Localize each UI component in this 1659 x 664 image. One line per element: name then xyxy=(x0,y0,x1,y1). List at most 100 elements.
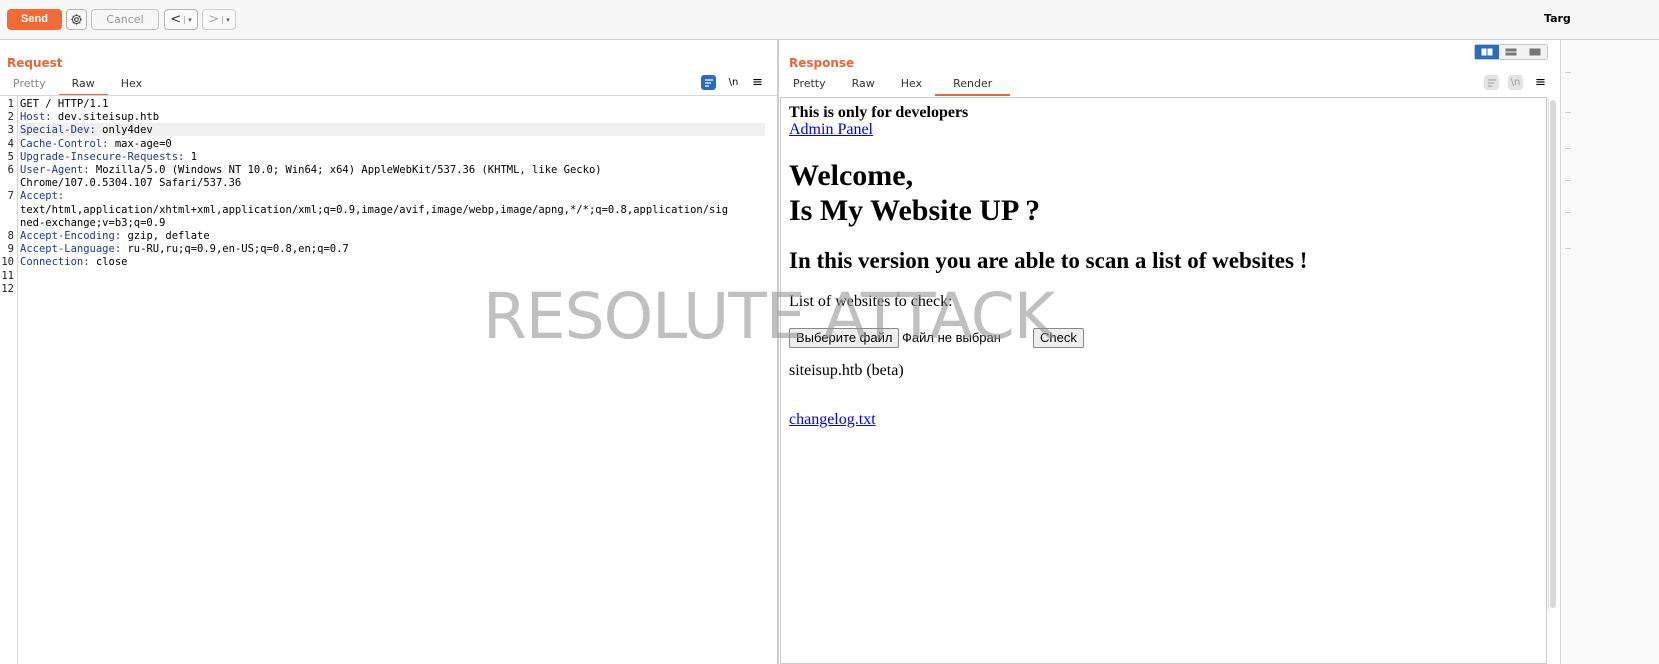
line-number: 3 xyxy=(7,124,14,137)
layout-split-horizontal-button[interactable] xyxy=(1475,45,1499,59)
layout-split-vertical-button[interactable] xyxy=(1499,45,1523,59)
scrollbar-thumb[interactable] xyxy=(1550,100,1556,608)
header-name: Cache-Control: xyxy=(20,137,109,150)
welcome-line-1: Welcome, xyxy=(789,159,914,192)
columns-icon xyxy=(1481,48,1493,56)
panel-divider xyxy=(1565,112,1571,113)
tab-raw[interactable]: Raw xyxy=(839,74,888,96)
admin-panel-link[interactable]: Admin Panel xyxy=(789,121,873,139)
header-name: Special-Dev: xyxy=(20,124,96,137)
check-button[interactable]: Check xyxy=(1033,328,1084,348)
list-label: List of websites to check: xyxy=(789,293,953,310)
tab-render[interactable]: Render xyxy=(935,74,1011,96)
line-number: 5 xyxy=(7,150,14,163)
choose-file-button[interactable]: Выберите файл xyxy=(789,328,900,348)
line-number: 10 xyxy=(1,256,14,269)
header-name: Accept-Encoding: xyxy=(20,230,122,242)
request-line[interactable]: Host: dev.siteisup.htb xyxy=(20,111,159,124)
request-title: Request xyxy=(7,56,63,70)
header-name: Accept-Language: xyxy=(20,243,122,256)
request-line[interactable]: GET / HTTP/1.1 xyxy=(20,98,109,111)
response-tabs: Pretty Raw Hex Render xyxy=(780,74,1011,96)
line-number: 9 xyxy=(7,243,14,256)
request-line[interactable]: Upgrade-Insecure-Requests: 1 xyxy=(20,151,197,164)
header-value: Chrome/107.0.5304.107 Safari/537.36 xyxy=(20,177,242,190)
beta-label: siteisup.htb (beta) xyxy=(789,362,904,379)
panel-divider xyxy=(1565,180,1571,181)
line-number: 7 xyxy=(7,190,14,203)
cancel-button[interactable]: Cancel xyxy=(91,9,159,30)
right-side-panel xyxy=(1560,40,1659,664)
rows-icon xyxy=(1505,48,1517,56)
tab-pretty[interactable]: Pretty xyxy=(0,74,59,96)
request-line[interactable]: Connection: close xyxy=(20,256,127,269)
gear-icon xyxy=(71,14,82,25)
request-editor[interactable]: 1 GET / HTTP/1.1 2 Host: dev.siteisup.htb 3 S… xyxy=(0,96,777,664)
changelog-link[interactable]: changelog.txt xyxy=(789,411,876,429)
menu-icon[interactable]: ≡ xyxy=(1533,75,1548,90)
line-number: 4 xyxy=(7,137,14,150)
header-value: close xyxy=(89,256,128,269)
chevron-down-icon[interactable]: ▾ xyxy=(222,15,230,24)
header-name: Host: xyxy=(20,111,52,124)
forward-arrow-icon: > xyxy=(208,12,220,27)
pretty-format-icon[interactable] xyxy=(701,75,716,90)
line-number: 12 xyxy=(1,282,14,295)
header-value: 1 xyxy=(184,150,198,163)
request-line[interactable]: Accept: xyxy=(20,190,64,203)
request-line[interactable]: text/html,application/xhtml+xml,applicat… xyxy=(20,204,728,217)
line-number: 2 xyxy=(7,111,14,124)
header-value: Mozilla/5.0 (Windows NT 10.0; Win64; x64… xyxy=(89,164,602,176)
request-tabs: Pretty Raw Hex xyxy=(0,74,155,96)
newline-toggle-icon[interactable]: \n xyxy=(726,75,741,90)
header-value: max-age=0 xyxy=(108,137,172,150)
response-title: Response xyxy=(789,56,855,70)
chevron-down-icon[interactable]: ▾ xyxy=(184,15,192,24)
forward-button[interactable]: > ▾ xyxy=(202,9,236,30)
response-render-view: This is only for developers Admin Panel … xyxy=(780,97,1547,664)
send-button[interactable]: Send xyxy=(7,9,62,30)
dev-note: This is only for developers xyxy=(789,104,969,121)
layout-toggle-group xyxy=(1474,44,1548,60)
request-line[interactable]: User-Agent: Mozilla/5.0 (Windows NT 10.0… xyxy=(20,164,602,177)
header-name: Upgrade-Insecure-Requests: xyxy=(20,150,185,163)
panel-divider xyxy=(1565,212,1571,213)
header-value: ru-RU,ru;q=0.9,en-US;q=0.8,en;q=0.7 xyxy=(121,243,349,256)
welcome-line-2: Is My Website UP ? xyxy=(789,194,1041,227)
header-name: Accept: xyxy=(20,190,65,203)
panel-divider xyxy=(1565,72,1571,73)
version-subheading: In this version you are able to scan a l… xyxy=(789,248,1308,273)
newline-toggle-icon[interactable]: \n xyxy=(1508,75,1523,90)
toolbar: Send Cancel < ▾ > ▾ Targ xyxy=(0,0,1659,40)
pretty-format-icon[interactable] xyxy=(1484,75,1499,90)
target-label[interactable]: Targ xyxy=(1544,12,1571,25)
header-name: User-Agent: xyxy=(20,164,90,176)
back-arrow-icon: < xyxy=(170,12,182,27)
header-value: ned-exchange;v=b3;q=0.9 xyxy=(20,216,166,229)
header-value: text/html,application/xhtml+xml,applicat… xyxy=(20,203,729,216)
request-line[interactable]: Accept-Encoding: gzip, deflate xyxy=(20,230,210,243)
line-number: 11 xyxy=(1,269,14,282)
header-value: only4dev xyxy=(95,124,153,137)
tab-hex[interactable]: Hex xyxy=(108,74,155,96)
settings-button[interactable] xyxy=(66,9,87,30)
pane-splitter[interactable] xyxy=(777,40,779,664)
tab-pretty[interactable]: Pretty xyxy=(780,74,839,96)
panel-divider xyxy=(1565,148,1571,149)
layout-tabs-button[interactable] xyxy=(1523,45,1547,59)
header-value: GET / HTTP/1.1 xyxy=(20,98,109,110)
back-button[interactable]: < ▾ xyxy=(164,9,198,30)
menu-icon[interactable]: ≡ xyxy=(750,75,765,90)
request-line[interactable]: Accept-Language: ru-RU,ru;q=0.9,en-US;q=… xyxy=(20,243,349,256)
request-line[interactable]: Special-Dev: only4dev xyxy=(20,124,153,137)
line-number: 8 xyxy=(7,230,14,242)
request-line[interactable]: Cache-Control: max-age=0 xyxy=(20,138,172,151)
tab-hex[interactable]: Hex xyxy=(888,74,935,96)
header-value: dev.siteisup.htb xyxy=(51,111,160,124)
welcome-heading: Welcome, Is My Website UP ? xyxy=(789,158,1040,228)
line-number: 6 xyxy=(7,164,14,176)
single-pane-icon xyxy=(1529,48,1541,56)
request-line[interactable]: Chrome/107.0.5304.107 Safari/537.36 xyxy=(20,177,241,190)
request-line[interactable]: ned-exchange;v=b3;q=0.9 xyxy=(20,217,165,230)
tab-raw[interactable]: Raw xyxy=(58,74,108,96)
